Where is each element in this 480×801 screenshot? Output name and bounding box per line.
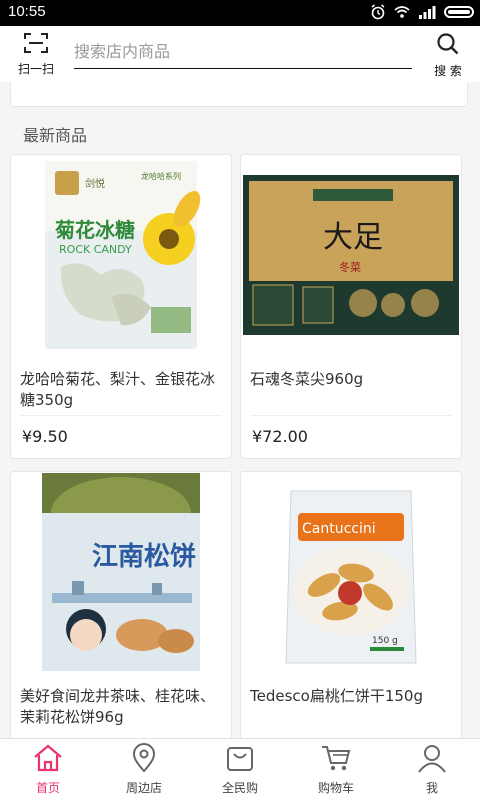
alarm-icon: [371, 4, 385, 20]
wifi-icon: [394, 6, 410, 18]
tab-label: 周边店: [125, 781, 162, 795]
product-series-text: 龙哈哈系列: [141, 171, 181, 181]
battery-icon: [444, 6, 474, 18]
tab-me[interactable]: 我: [384, 739, 480, 801]
search-label: 搜 索: [434, 64, 462, 78]
location-pin-icon: [132, 743, 156, 773]
product-title-text: Cantuccini: [302, 521, 376, 537]
status-time: 10:55: [8, 3, 46, 20]
product-name: 美好食间龙井茶味、桂花味、茉莉花松饼96g: [20, 687, 216, 726]
product-subtitle-text: ROCK CANDY: [59, 243, 132, 256]
cart-icon: [322, 746, 351, 771]
product-price: ¥9.50: [22, 427, 68, 446]
product-title-text: 菊花冰糖: [55, 218, 135, 242]
tab-group-buy[interactable]: 全民购: [192, 739, 288, 801]
product-subtitle-text: 冬菜: [339, 260, 361, 274]
shopping-bag-icon: [227, 747, 253, 771]
product-name: 龙哈哈菊花、梨汁、金银花冰糖350g: [20, 370, 216, 409]
signal-icon: [419, 6, 436, 19]
search-input[interactable]: [74, 36, 412, 66]
scan-icon: [24, 33, 48, 53]
product-price: ¥72.00: [252, 427, 308, 446]
product-title-text: 江南松饼: [92, 542, 196, 572]
product-brand-text: 剑悦: [85, 177, 105, 190]
section-title: 最新商品: [23, 126, 88, 145]
product-name: 石魂冬菜尖960g: [250, 370, 364, 388]
search-icon: [437, 33, 459, 55]
search-button[interactable]: 搜 索: [428, 32, 468, 79]
product-image: 江南松饼: [11, 472, 231, 672]
tab-label: 我: [425, 781, 438, 795]
status-bar: 10:55: [0, 0, 480, 26]
product-image: 大足 冬菜: [241, 155, 461, 355]
product-title-text: 大足: [323, 220, 383, 255]
user-icon: [418, 745, 446, 773]
tab-label: 购物车: [317, 781, 354, 795]
tab-nearby-stores[interactable]: 周边店: [96, 739, 192, 801]
product-card[interactable]: 大足 冬菜 石魂冬菜尖960g ¥72.00: [240, 154, 462, 459]
tab-cart[interactable]: 购物车: [288, 739, 384, 801]
search-header: 扫一扫 搜 索: [0, 26, 480, 82]
tab-home[interactable]: 首页: [0, 739, 96, 801]
scan-label: 扫一扫: [17, 62, 54, 76]
tab-label: 全民购: [221, 781, 258, 795]
product-weight-text: 150 g: [372, 636, 398, 646]
search-box[interactable]: [74, 36, 412, 69]
product-image: Cantuccini 150 g: [241, 472, 461, 672]
previous-section-card: [10, 82, 468, 107]
divider: [20, 415, 222, 416]
product-card[interactable]: Cantuccini 150 g Tedesco扁桃仁饼干150g: [240, 471, 462, 751]
home-icon: [34, 744, 62, 772]
bottom-tab-bar: 首页 周边店 全民购 购物车 我: [0, 738, 480, 801]
tab-label: 首页: [35, 781, 60, 795]
product-card[interactable]: 剑悦 龙哈哈系列 菊花冰糖 ROCK CANDY 龙哈哈菊花、梨汁、金银花冰糖3…: [10, 154, 232, 459]
scan-button[interactable]: 扫一扫: [12, 32, 60, 77]
divider: [250, 415, 452, 416]
product-name: Tedesco扁桃仁饼干150g: [250, 687, 423, 705]
product-image: 剑悦 龙哈哈系列 菊花冰糖 ROCK CANDY: [11, 155, 231, 355]
product-card[interactable]: 江南松饼 美好食间龙井茶味、桂花味、茉莉花松饼96g: [10, 471, 232, 751]
